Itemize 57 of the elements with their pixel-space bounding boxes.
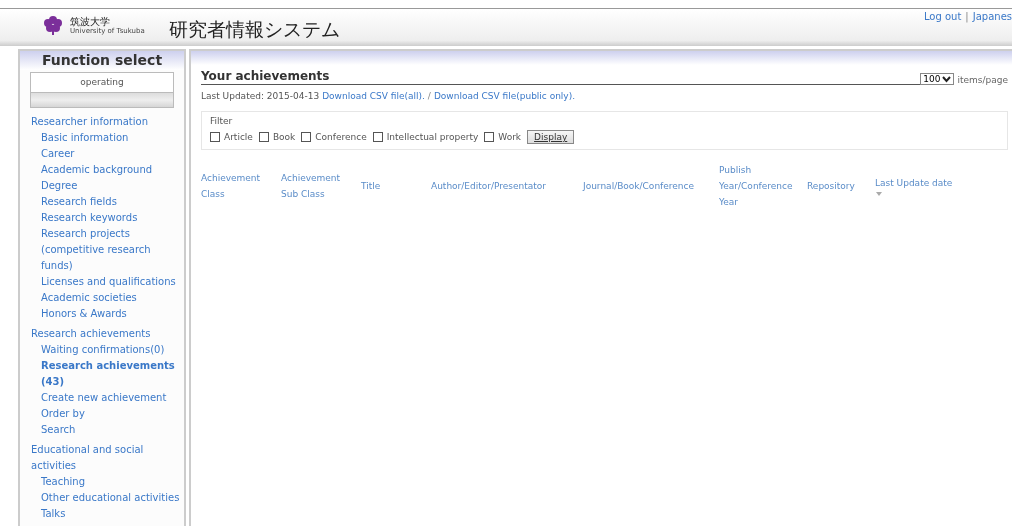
link-separator: | — [965, 11, 969, 22]
header-link[interactable]: Japanes — [972, 11, 1012, 22]
menu-item[interactable]: Talks — [20, 506, 184, 522]
menu-item[interactable]: Academic background — [20, 162, 184, 178]
last-updated: Last Updated: 2015-04-13 — [201, 91, 320, 101]
menu-group[interactable]: Researcher information — [20, 114, 184, 130]
display-button[interactable]: Display — [527, 130, 575, 144]
status-box: operating — [30, 72, 174, 93]
menu-item[interactable]: Search — [20, 422, 184, 438]
menu-item[interactable]: Order by — [20, 406, 184, 422]
checkbox-label: Work — [498, 132, 522, 142]
column-header[interactable]: Author/Editor/Presentator — [431, 178, 583, 194]
logo-text: 筑波大学 — [70, 15, 111, 27]
column-header[interactable]: Journal/Book/Conference — [583, 178, 719, 194]
menu-item[interactable]: Research keywords — [20, 210, 184, 226]
column-header[interactable]: Publish Year/Conference Year — [719, 162, 807, 210]
menu-item[interactable]: Research fields — [20, 194, 184, 210]
checkbox[interactable] — [372, 132, 383, 142]
checkbox[interactable] — [258, 132, 269, 142]
column-header[interactable]: Title — [361, 178, 431, 194]
checkbox-label: Article — [224, 132, 253, 142]
menu-group[interactable]: Research achievements — [20, 326, 184, 342]
menu-item[interactable]: Honors & Awards — [20, 306, 184, 322]
checkbox-label: Intellectual property — [386, 132, 479, 142]
checkbox[interactable] — [210, 132, 220, 142]
page-heading: Your achievements — [201, 69, 921, 85]
download-link[interactable]: Download CSV file(all). — [322, 91, 425, 101]
sort-icon — [875, 191, 883, 197]
header-link[interactable]: Log out — [923, 11, 962, 22]
filter-legend: Filter — [210, 116, 999, 126]
checkbox[interactable] — [301, 132, 312, 142]
menu-item[interactable]: Other educational activities — [20, 490, 184, 506]
menu-item[interactable]: Career — [20, 146, 184, 162]
menu-item[interactable]: Research achievements (43) — [20, 358, 184, 390]
column-header[interactable]: Last Update date — [875, 175, 965, 197]
sidebar-title: Function select — [20, 51, 184, 70]
system-title: 研究者情報システム — [168, 17, 340, 42]
column-header[interactable]: Achievement Sub Class — [281, 170, 361, 202]
checkbox-label: Book — [272, 132, 296, 142]
column-header[interactable]: Achievement Class — [201, 170, 281, 202]
checkbox-label: Conference — [315, 132, 367, 142]
download-link[interactable]: Download CSV file(public only). — [433, 91, 576, 101]
per-page-label: items/page — [957, 75, 1008, 85]
menu-item[interactable]: Licenses and qualifications — [20, 274, 184, 290]
menu-item[interactable]: Waiting confirmations(0) — [20, 342, 184, 358]
per-page-select[interactable]: 100 — [920, 73, 955, 85]
chevron-down-icon — [942, 75, 952, 83]
menu-item[interactable]: Research projects (competitive research funds) — [20, 226, 184, 274]
menu-item[interactable]: Teaching — [20, 474, 184, 490]
menu-item[interactable]: Academic societies — [20, 290, 184, 306]
checkbox[interactable] — [484, 132, 495, 142]
menu-group[interactable]: Educational and social activities — [20, 442, 184, 474]
link-separator: / — [427, 91, 431, 101]
menu-item[interactable]: Create new achievement — [20, 390, 184, 406]
menu-item[interactable]: Degree — [20, 178, 184, 194]
column-header[interactable]: Repository — [807, 178, 875, 194]
menu-item[interactable]: Basic information — [20, 130, 184, 146]
